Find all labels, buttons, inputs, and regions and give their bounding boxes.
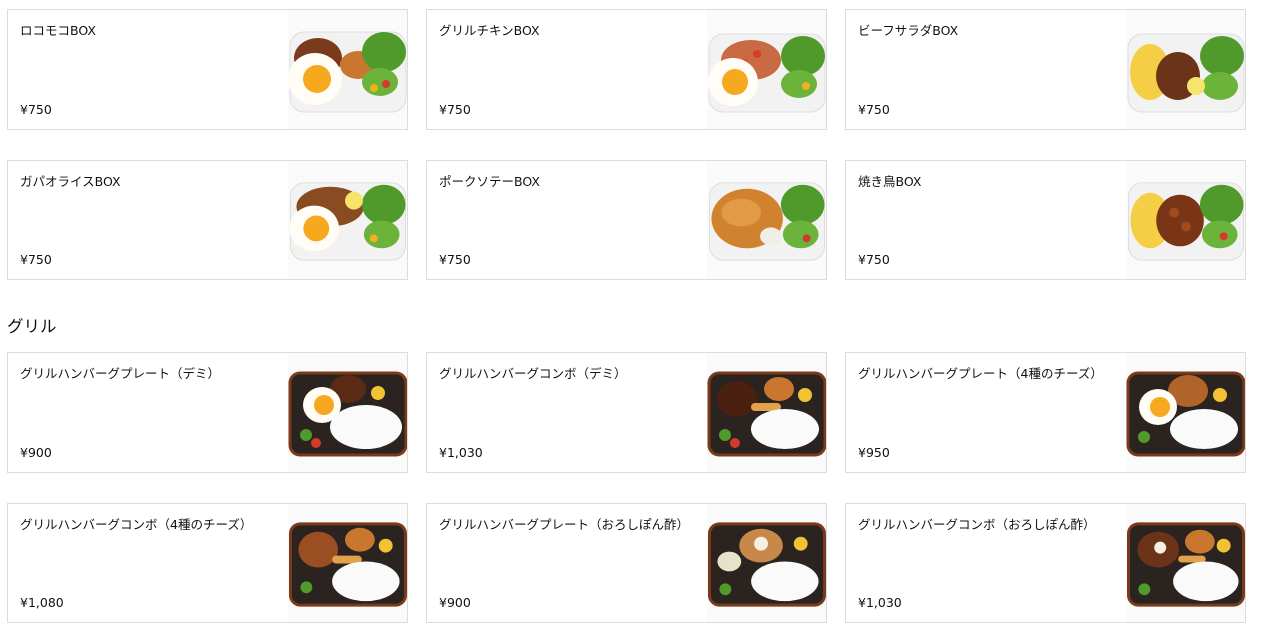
menu-card[interactable]: 焼き鳥BOX ¥750: [845, 160, 1246, 280]
menu-item-name: グリルハンバーグプレート（4種のチーズ）: [858, 366, 1103, 381]
menu-card[interactable]: グリルハンバーグプレート（デミ） ¥900: [7, 352, 408, 473]
menu-item-name: ガパオライスBOX: [20, 174, 121, 189]
menu-item-name: グリルハンバーグプレート（おろしぽん酢）: [439, 517, 690, 532]
menu-item-price: ¥750: [858, 102, 890, 117]
menu-item-price: ¥950: [858, 445, 890, 460]
menu-item-photo: [707, 161, 826, 279]
menu-item-price: ¥750: [439, 102, 471, 117]
menu-item-name: ロコモコBOX: [20, 23, 96, 38]
menu-item-photo: [288, 10, 407, 129]
menu-item-name: 焼き鳥BOX: [858, 174, 922, 189]
menu-card[interactable]: グリルハンバーグプレート（4種のチーズ） ¥950: [845, 352, 1246, 473]
menu-item-price: ¥900: [20, 445, 52, 460]
box-menu-grid: ロコモコBOX ¥750 グリルチキンBOX ¥750 ビーフサラダBOX ¥7…: [7, 9, 1246, 280]
menu-item-photo: [288, 161, 407, 279]
menu-item-name: グリルチキンBOX: [439, 23, 540, 38]
menu-card[interactable]: ビーフサラダBOX ¥750: [845, 9, 1246, 130]
section-heading: グリル: [7, 317, 57, 336]
menu-card[interactable]: グリルハンバーグプレート（おろしぽん酢） ¥900: [426, 503, 827, 623]
menu-card[interactable]: グリルハンバーグコンボ（おろしぽん酢） ¥1,030: [845, 503, 1246, 623]
menu-item-photo: [1126, 504, 1245, 622]
menu-card[interactable]: ガパオライスBOX ¥750: [7, 160, 408, 280]
menu-card[interactable]: グリルハンバーグコンボ（デミ） ¥1,030: [426, 352, 827, 473]
menu-item-price: ¥750: [439, 252, 471, 267]
menu-item-photo: [707, 10, 826, 129]
menu-item-photo: [707, 353, 826, 472]
menu-item-name: グリルハンバーグプレート（デミ）: [20, 366, 221, 381]
menu-item-photo: [1126, 353, 1245, 472]
menu-item-price: ¥750: [20, 252, 52, 267]
menu-item-photo: [288, 504, 407, 622]
menu-item-name: ポークソテーBOX: [439, 174, 540, 189]
menu-item-photo: [1126, 10, 1245, 129]
grill-menu-grid: グリルハンバーグプレート（デミ） ¥900 グリルハンバーグコンボ（デミ） ¥1…: [7, 352, 1246, 623]
menu-item-name: グリルハンバーグコンボ（デミ）: [439, 366, 627, 381]
menu-item-name: グリルハンバーグコンボ（4種のチーズ）: [20, 517, 253, 532]
menu-item-price: ¥900: [439, 595, 471, 610]
menu-card[interactable]: ロコモコBOX ¥750: [7, 9, 408, 130]
menu-item-price: ¥1,080: [20, 595, 64, 610]
menu-item-photo: [288, 353, 407, 472]
menu-item-price: ¥1,030: [858, 595, 902, 610]
menu-item-price: ¥1,030: [439, 445, 483, 460]
menu-card[interactable]: グリルハンバーグコンボ（4種のチーズ） ¥1,080: [7, 503, 408, 623]
menu-item-photo: [707, 504, 826, 622]
menu-card[interactable]: ポークソテーBOX ¥750: [426, 160, 827, 280]
menu-item-price: ¥750: [20, 102, 52, 117]
menu-item-photo: [1126, 161, 1245, 279]
menu-item-name: ビーフサラダBOX: [858, 23, 959, 38]
menu-item-name: グリルハンバーグコンボ（おろしぽん酢）: [858, 517, 1096, 532]
menu-card[interactable]: グリルチキンBOX ¥750: [426, 9, 827, 130]
menu-item-price: ¥750: [858, 252, 890, 267]
